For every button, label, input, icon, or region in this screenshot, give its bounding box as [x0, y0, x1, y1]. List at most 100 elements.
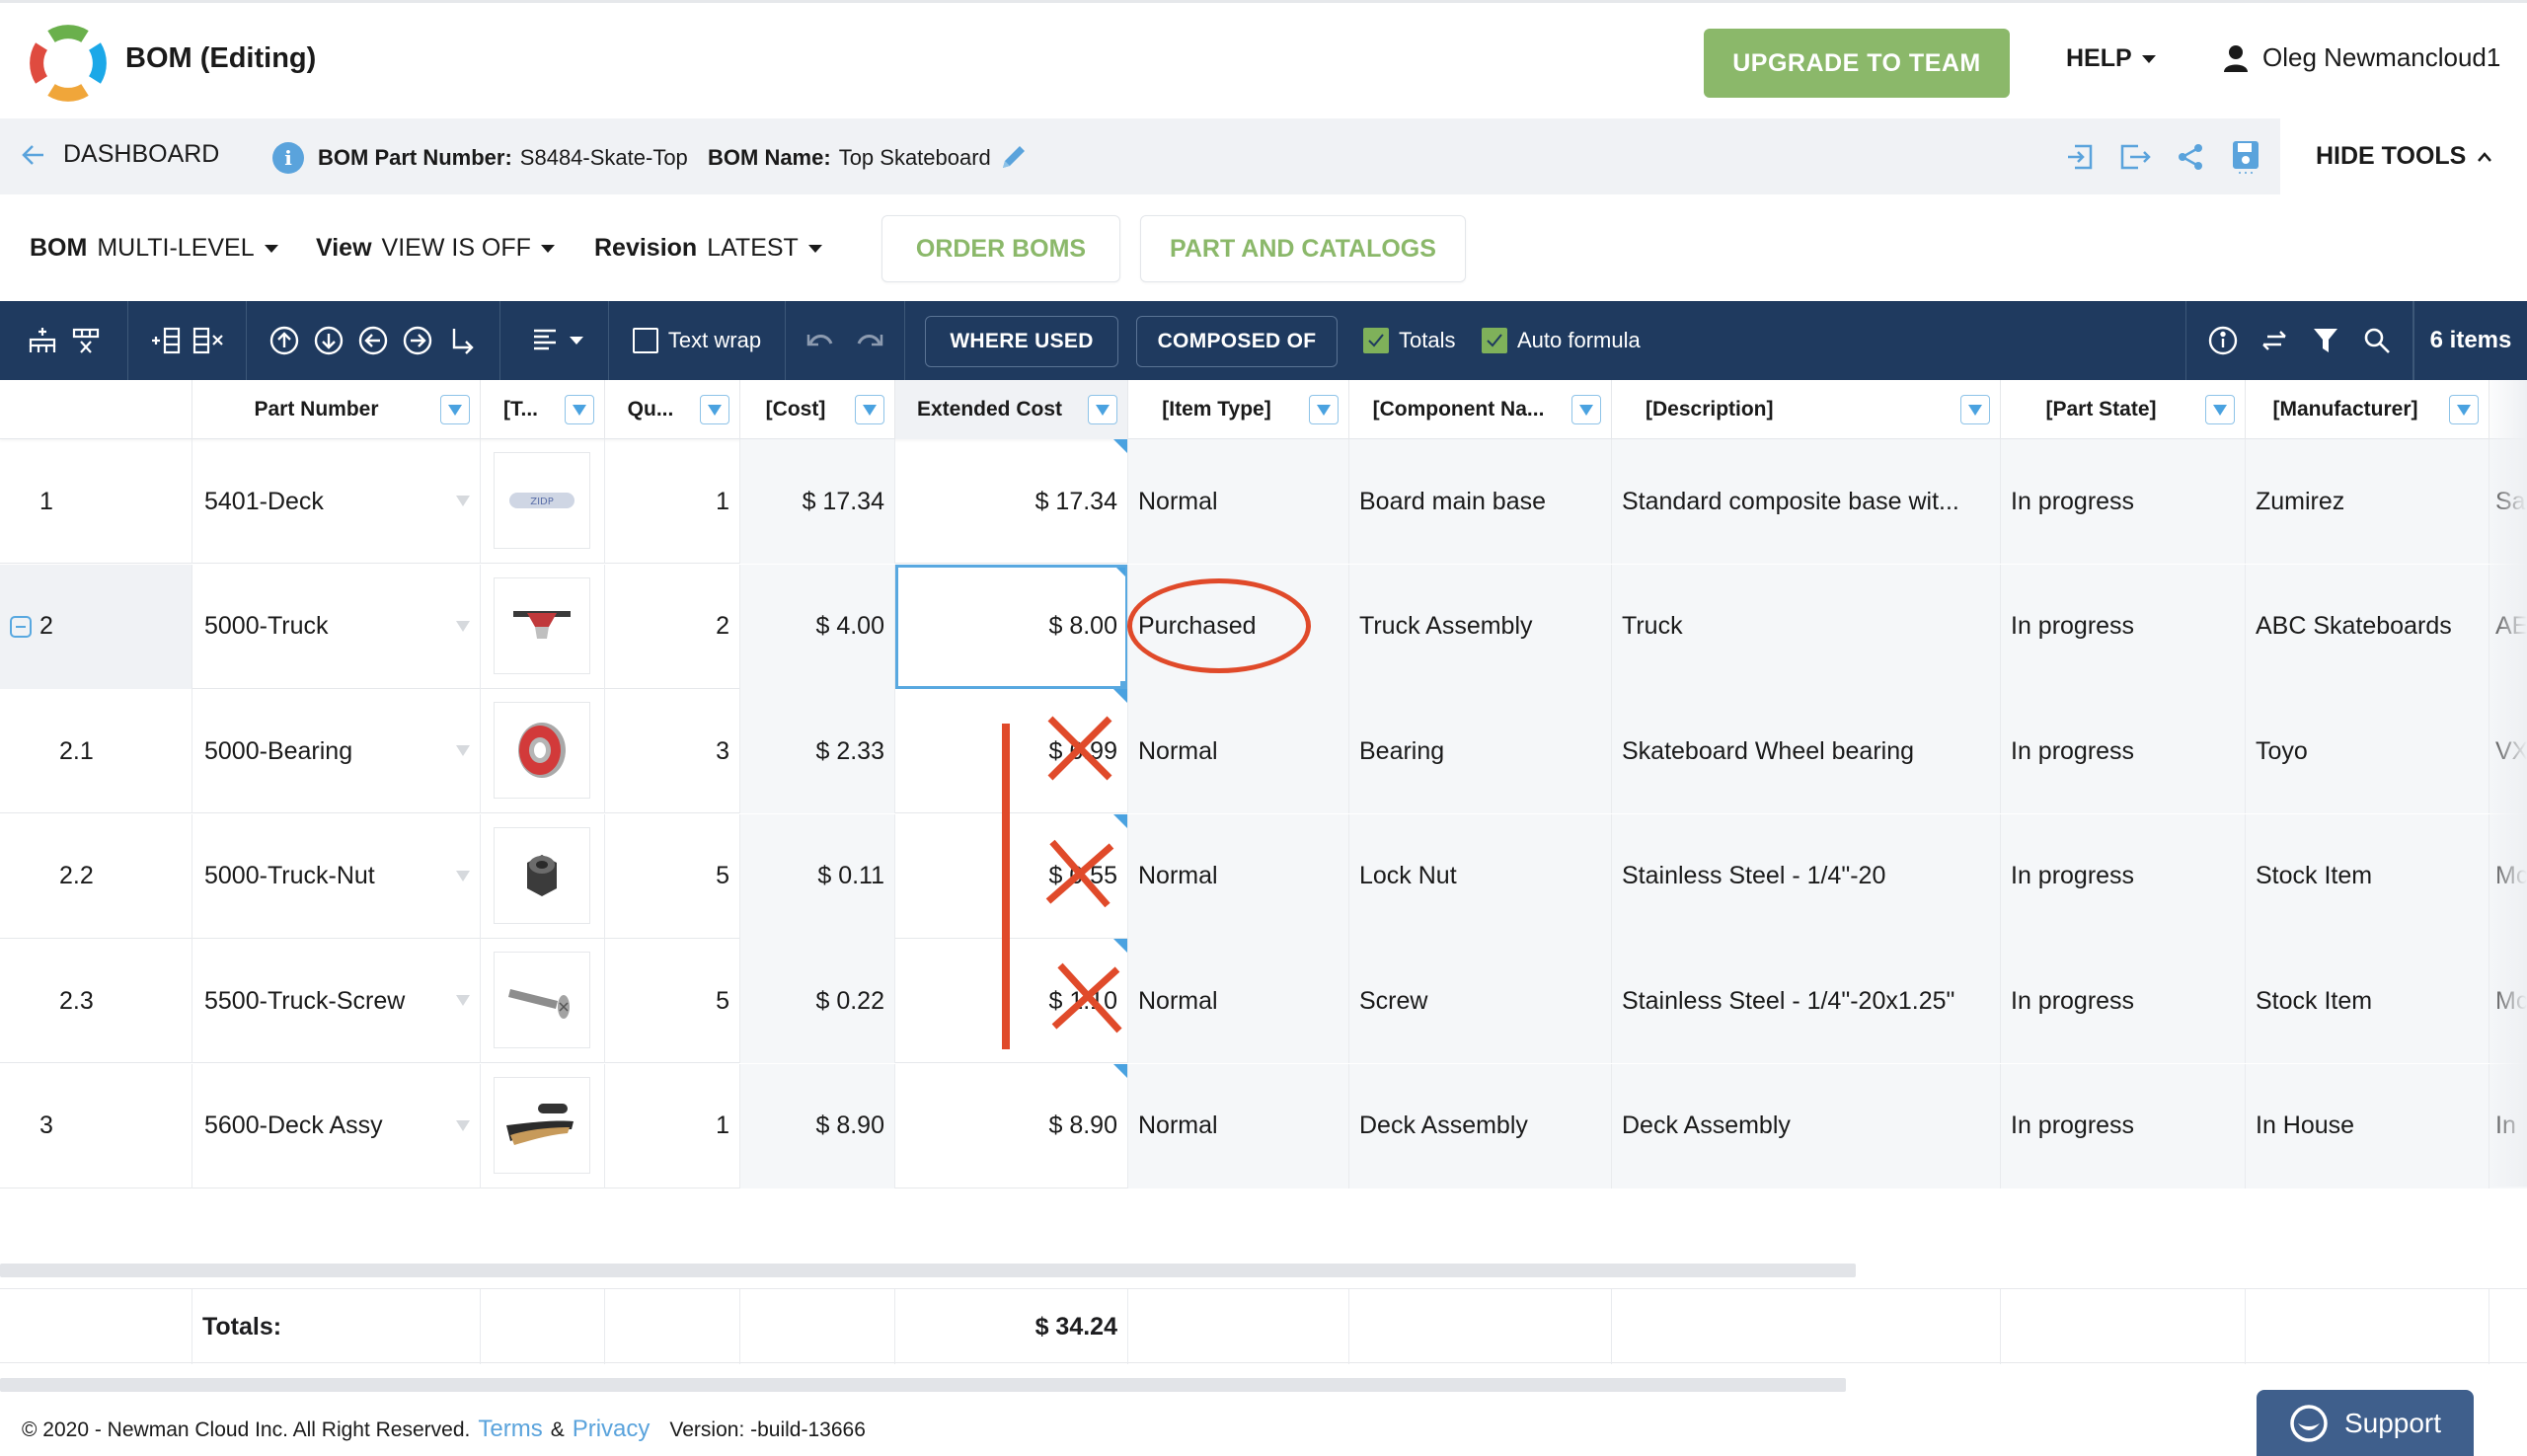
row-index[interactable]: 1	[0, 439, 192, 564]
quantity-cell[interactable]: 5	[605, 939, 740, 1063]
part-number-cell[interactable]: 5000-Truck	[192, 564, 481, 689]
part-number-cell[interactable]: 5000-Truck-Nut	[192, 813, 481, 939]
nut-image[interactable]	[494, 826, 590, 924]
table-row[interactable]: 3 5600-Deck Assy 1 $ 8.90 $ 8.90 Normal Deck A…	[0, 1063, 2527, 1188]
item-type-cell[interactable]: Normal	[1128, 813, 1349, 939]
item-type-cell[interactable]: Normal	[1128, 439, 1349, 564]
description-cell[interactable]: Stainless Steel - 1/4"-20	[1612, 813, 2001, 939]
add-row-icon[interactable]	[24, 322, 61, 359]
auto-formula-checkbox[interactable]	[1482, 328, 1507, 353]
support-button[interactable]: Support	[2257, 1390, 2474, 1456]
bearing-image[interactable]	[494, 702, 590, 799]
part-number-cell[interactable]: 5600-Deck Assy	[192, 1063, 481, 1188]
part-state-cell[interactable]: In progress	[2001, 813, 2246, 939]
info-circle-icon[interactable]	[2204, 322, 2242, 359]
deck-assy-image[interactable]	[494, 1076, 590, 1174]
redo-icon[interactable]	[851, 322, 888, 359]
import-icon[interactable]	[2063, 140, 2097, 174]
manufacturer-cell[interactable]: Stock Item	[2246, 813, 2489, 939]
part-dropdown-caret-icon[interactable]	[456, 995, 470, 1006]
column-header-part-state[interactable]: [Part State]	[2001, 380, 2246, 439]
overflow-column-cell[interactable]: Sa	[2489, 439, 2527, 564]
move-up-icon[interactable]	[266, 322, 303, 359]
auto-formula-toggle[interactable]: Auto formula	[1482, 328, 1641, 353]
add-column-icon[interactable]	[148, 322, 186, 359]
column-filter-button[interactable]	[1571, 395, 1601, 424]
bom-level-dropdown[interactable]: BOM MULTI-LEVEL	[30, 234, 278, 263]
cost-cell[interactable]: $ 0.11	[740, 813, 895, 939]
table-row[interactable]: 2.1 5000-Bearing 3 $ 2.33 $ 6.99 Normal Bearin…	[0, 689, 2527, 813]
description-cell[interactable]: Standard composite base wit...	[1612, 439, 2001, 564]
column-filter-button[interactable]	[2205, 395, 2235, 424]
item-type-cell[interactable]: Purchased	[1128, 564, 1349, 689]
overflow-column-cell[interactable]: Mc	[2489, 813, 2527, 939]
align-dropdown[interactable]	[500, 301, 609, 380]
cost-cell[interactable]: $ 2.33	[740, 689, 895, 813]
revision-dropdown[interactable]: Revision LATEST	[594, 234, 822, 263]
user-menu[interactable]: Oleg Newmancloud1	[2223, 42, 2500, 73]
part-and-catalogs-button[interactable]: PART AND CATALOGS	[1140, 215, 1466, 282]
column-filter-button[interactable]	[565, 395, 594, 424]
outdent-icon[interactable]	[354, 322, 392, 359]
row-index[interactable]: 2	[0, 564, 192, 689]
text-wrap-toggle[interactable]: Text wrap	[609, 301, 786, 380]
part-dropdown-caret-icon[interactable]	[456, 870, 470, 881]
column-filter-button[interactable]	[700, 395, 729, 424]
column-filter-button[interactable]	[1309, 395, 1339, 424]
table-row[interactable]: 2.2 5000-Truck-Nut 5 $ 0.11 $ 0.55 Normal Lock…	[0, 813, 2527, 939]
column-filter-button[interactable]	[855, 395, 884, 424]
overflow-column-cell[interactable]: VX	[2489, 689, 2527, 813]
part-number-cell[interactable]: 5500-Truck-Screw	[192, 939, 481, 1063]
truck-image[interactable]	[494, 576, 590, 674]
composed-of-button[interactable]: COMPOSED OF	[1136, 316, 1338, 367]
overflow-column-cell[interactable]: In	[2489, 1063, 2527, 1188]
column-header-description[interactable]: [Description]	[1612, 380, 2001, 439]
app-logo-icon[interactable]	[28, 23, 109, 104]
component-name-cell[interactable]: Board main base	[1349, 439, 1612, 564]
filter-icon[interactable]	[2307, 322, 2344, 359]
cost-cell[interactable]: $ 8.90	[740, 1063, 895, 1188]
part-dropdown-caret-icon[interactable]	[456, 1119, 470, 1131]
column-filter-button[interactable]	[1960, 395, 1990, 424]
help-menu[interactable]: HELP	[2066, 44, 2156, 73]
manufacturer-cell[interactable]: Zumirez	[2246, 439, 2489, 564]
extended-cost-cell[interactable]: $ 8.90	[895, 1063, 1128, 1188]
description-cell[interactable]: Truck	[1612, 564, 2001, 689]
extended-cost-cell[interactable]: $ 1.10	[895, 939, 1128, 1063]
column-header-cost[interactable]: [Cost]	[740, 380, 895, 439]
manufacturer-cell[interactable]: Toyo	[2246, 689, 2489, 813]
description-cell[interactable]: Deck Assembly	[1612, 1063, 2001, 1188]
totals-toggle[interactable]: Totals	[1363, 328, 1455, 353]
quantity-cell[interactable]: 3	[605, 689, 740, 813]
privacy-link[interactable]: Privacy	[573, 1416, 651, 1443]
column-header-part-number[interactable]: Part Number	[192, 380, 481, 439]
component-name-cell[interactable]: Screw	[1349, 939, 1612, 1063]
delete-column-icon[interactable]	[190, 322, 227, 359]
column-filter-button[interactable]	[2449, 395, 2479, 424]
screw-image[interactable]	[494, 952, 590, 1048]
row-index[interactable]: 2.2	[0, 813, 192, 939]
share-icon[interactable]	[2174, 140, 2207, 174]
deck-image[interactable]: ZIDP	[494, 452, 590, 549]
column-filter-button[interactable]	[1088, 395, 1117, 424]
part-dropdown-caret-icon[interactable]	[456, 496, 470, 506]
search-icon[interactable]	[2358, 322, 2396, 359]
undo-icon[interactable]	[802, 322, 839, 359]
component-name-cell[interactable]: Truck Assembly	[1349, 564, 1612, 689]
insert-child-icon[interactable]	[443, 322, 481, 359]
cost-cell[interactable]: $ 17.34	[740, 439, 895, 564]
view-dropdown[interactable]: View VIEW IS OFF	[316, 234, 555, 263]
thumbnail-cell[interactable]: ZIDP	[481, 439, 605, 564]
part-state-cell[interactable]: In progress	[2001, 439, 2246, 564]
where-used-button[interactable]: WHERE USED	[925, 316, 1118, 367]
fill-handle[interactable]	[1120, 680, 1127, 689]
manufacturer-cell[interactable]: ABC Skateboards	[2246, 564, 2489, 689]
manufacturer-cell[interactable]: Stock Item	[2246, 939, 2489, 1063]
column-header-manufacturer[interactable]: [Manufacturer]	[2246, 380, 2489, 439]
terms-link[interactable]: Terms	[478, 1416, 542, 1443]
part-state-cell[interactable]: In progress	[2001, 939, 2246, 1063]
quantity-cell[interactable]: 1	[605, 1063, 740, 1188]
save-icon[interactable]	[2229, 140, 2262, 174]
extended-cost-cell[interactable]: $ 6.99	[895, 689, 1128, 813]
item-type-cell[interactable]: Normal	[1128, 689, 1349, 813]
